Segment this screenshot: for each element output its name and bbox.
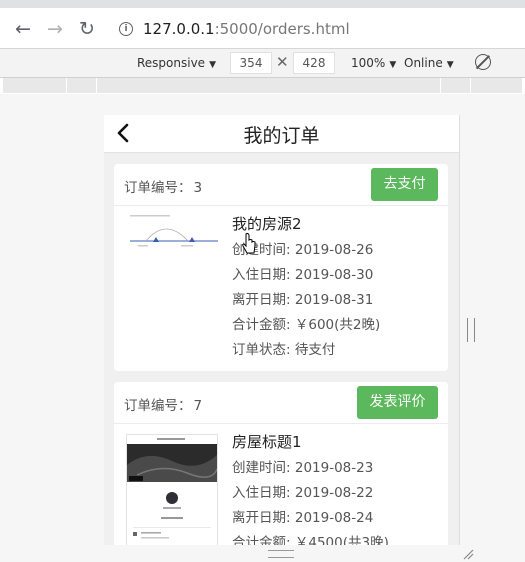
order-card: 订单编号： 7 发表评价 房屋标题1 创建时间: 2019-08-23 入住日期… [114, 382, 448, 545]
total-amount-value: ￥4500(共3晚) [294, 535, 389, 545]
checkout-date-row: 离开日期: 2019-08-24 [232, 506, 389, 531]
checkin-date-label: 入住日期: [232, 485, 291, 501]
reload-icon[interactable]: ↻ [76, 18, 98, 40]
url-path: :5000/orders.html [214, 20, 350, 38]
hand-cursor-icon [242, 232, 256, 254]
order-card-header: 订单编号： 7 发表评价 [114, 382, 448, 424]
dimension-x-icon: ✕ [276, 53, 289, 71]
viewport-side-resize-handle[interactable] [467, 318, 475, 342]
created-time-label: 创建时间: [232, 242, 291, 258]
total-amount-row: 合计金额: ￥4500(共3晚) [232, 531, 389, 545]
network-label: Online [404, 56, 443, 70]
checkout-date-value: 2019-08-24 [294, 510, 374, 526]
checkin-date-value: 2019-08-22 [294, 485, 374, 501]
viewport-width-input[interactable]: 354 [230, 52, 272, 74]
order-status-value: 待支付 [294, 342, 336, 358]
order-number-value: 7 [193, 398, 203, 414]
zoom-select[interactable]: 100% ▼ [351, 56, 396, 70]
total-amount-label: 合计金额: [232, 535, 291, 545]
dropdown-caret-icon: ▼ [209, 60, 216, 70]
network-select[interactable]: Online ▼ [404, 56, 454, 70]
checkout-date-label: 离开日期: [232, 292, 291, 308]
order-number-label: 订单编号： [124, 398, 192, 414]
order-number-value: 3 [193, 180, 203, 196]
order-status-label: 订单状态: [232, 342, 291, 358]
forward-arrow-icon[interactable]: → [44, 18, 66, 40]
checkout-date-row: 离开日期: 2019-08-31 [232, 288, 380, 313]
order-status-row: 订单状态: 待支付 [232, 338, 380, 363]
checkin-date-row: 入住日期: 2019-08-30 [232, 263, 380, 288]
order-card-header: 订单编号： 3 去支付 [114, 164, 448, 206]
tab-strip [0, 0, 525, 8]
created-time-label: 创建时间: [232, 460, 291, 476]
dropdown-caret-icon: ▼ [389, 60, 397, 70]
media-query-ruler [3, 78, 522, 93]
checkout-date-label: 离开日期: [232, 510, 291, 526]
created-time-value: 2019-08-23 [294, 460, 374, 476]
dropdown-caret-icon: ▼ [446, 60, 454, 70]
page-title: 我的订单 [243, 125, 320, 147]
zoom-label: 100% [351, 56, 386, 70]
checkin-date-label: 入住日期: [232, 267, 291, 283]
checkin-date-row: 入住日期: 2019-08-22 [232, 481, 389, 506]
site-info-icon[interactable]: i [119, 22, 133, 36]
address-bar[interactable]: 127.0.0.1:5000/orders.html [143, 20, 350, 38]
house-thumbnail[interactable] [126, 213, 218, 341]
order-number: 订单编号： 7 [124, 394, 202, 414]
thumbnail-image [127, 435, 217, 539]
app-header: 我的订单 [104, 115, 459, 153]
created-time-row: 创建时间: 2019-08-23 [232, 456, 389, 481]
corner-resize-handle-icon[interactable] [462, 548, 474, 560]
device-label: Responsive [137, 56, 206, 70]
checkout-date-value: 2019-08-31 [294, 292, 374, 308]
review-button[interactable]: 发表评价 [357, 386, 438, 419]
devtools-device-toolbar: Responsive ▼ 354 ✕ 428 100% ▼ Online ▼ [0, 49, 525, 78]
created-time-value: 2019-08-26 [294, 242, 374, 258]
house-thumbnail[interactable] [126, 434, 218, 545]
order-details: 房屋标题1 创建时间: 2019-08-23 入住日期: 2019-08-22 … [232, 431, 389, 545]
checkin-date-value: 2019-08-30 [294, 267, 374, 283]
house-title[interactable]: 房屋标题1 [232, 431, 389, 456]
back-arrow-icon[interactable]: ← [12, 18, 34, 40]
rotate-device-icon[interactable] [475, 54, 491, 70]
device-select[interactable]: Responsive ▼ [137, 56, 216, 70]
thumbnail-image [130, 215, 218, 247]
total-amount-value: ￥600(共2晚) [294, 317, 381, 333]
order-number-label: 订单编号： [124, 180, 192, 196]
order-number: 订单编号： 3 [124, 176, 202, 196]
order-card: 订单编号： 3 去支付 我的房源2 创建时间: 2019-08-26 入住日期: … [114, 164, 448, 371]
viewport-bottom-resize-handle[interactable] [268, 550, 294, 558]
total-amount-row: 合计金额: ￥600(共2晚) [232, 313, 380, 338]
browser-toolbar: ← → ↻ i 127.0.0.1:5000/orders.html [0, 8, 525, 49]
total-amount-label: 合计金额: [232, 317, 291, 333]
device-viewport: 我的订单 订单编号： 3 去支付 我的房源2 创建时间: 2019-08-26 入… [104, 115, 460, 545]
url-host: 127.0.0.1 [143, 20, 215, 38]
viewport-height-input[interactable]: 428 [293, 52, 335, 74]
pay-button[interactable]: 去支付 [371, 168, 438, 201]
